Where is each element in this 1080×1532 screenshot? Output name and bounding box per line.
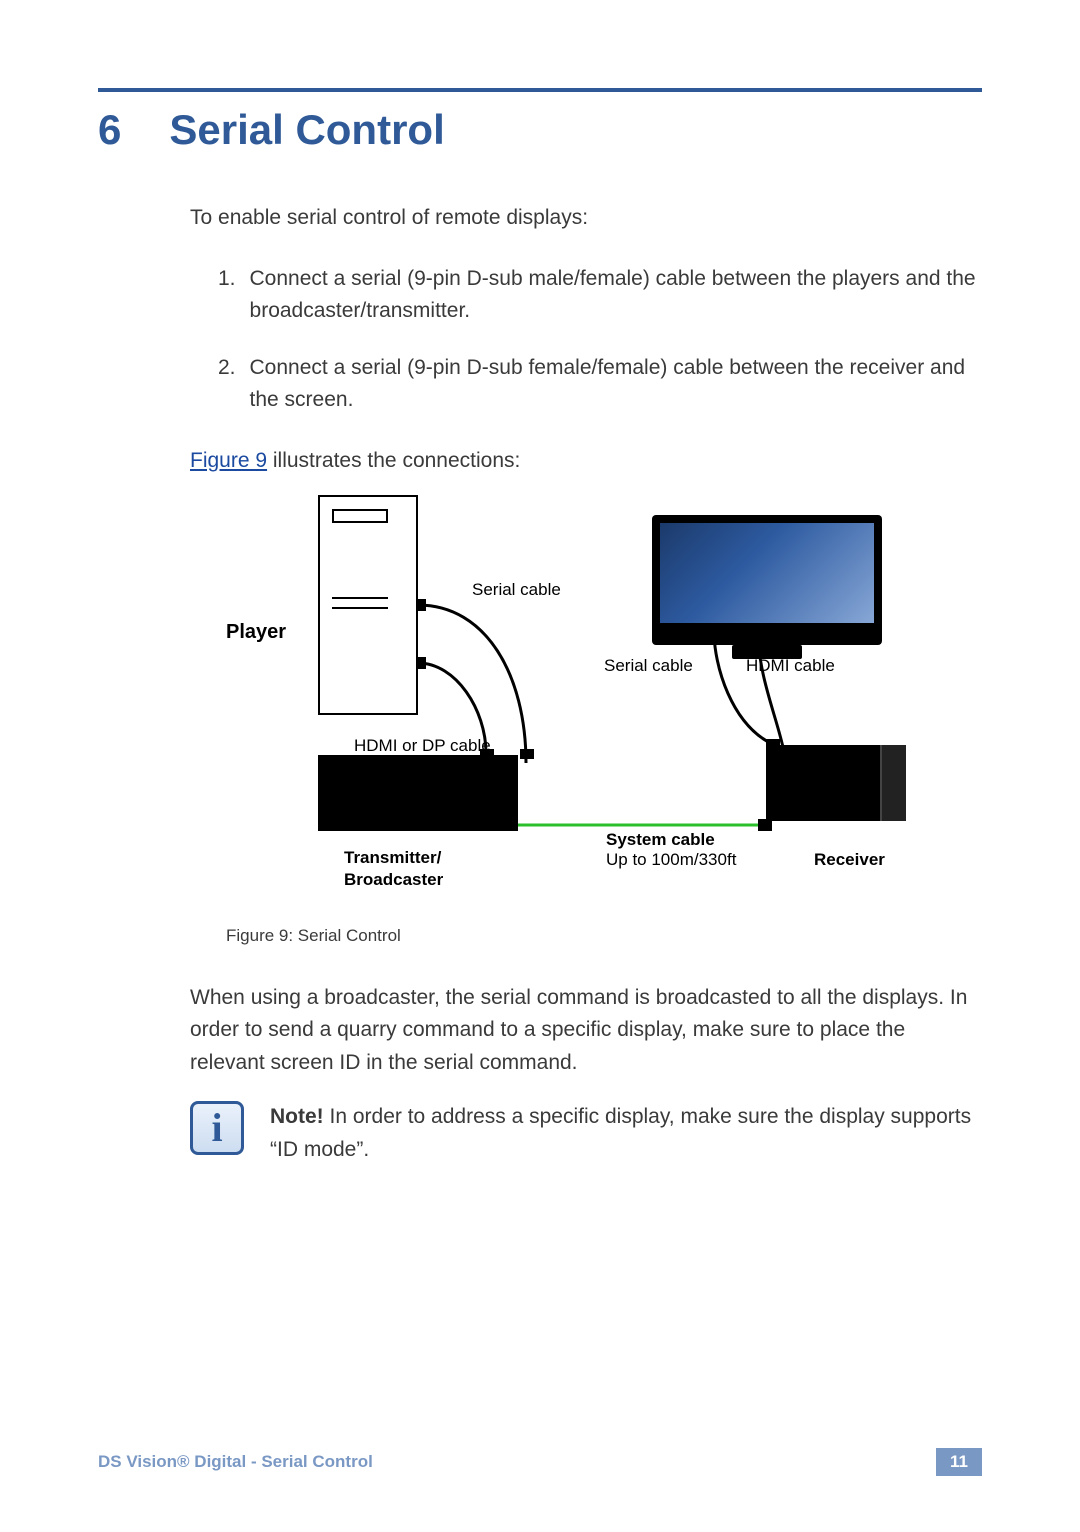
player-label: Player: [226, 617, 286, 648]
chapter-number: 6: [98, 106, 121, 154]
player-tower-icon: [318, 495, 418, 715]
note-bold: Note!: [270, 1105, 324, 1128]
footer-page-number: 11: [936, 1448, 982, 1476]
figure-ref-rest: illustrates the connections:: [267, 449, 520, 472]
figure-reference: Figure 9 illustrates the connections:: [190, 445, 982, 478]
footer-title: DS Vision® Digital - Serial Control: [98, 1452, 373, 1472]
step-number: 2.: [218, 352, 236, 417]
step-text: Connect a serial (9-pin D-sub male/femal…: [250, 263, 982, 328]
note-block: i Note! In order to address a specific d…: [190, 1101, 982, 1166]
serial-cable-1-label: Serial cable: [472, 577, 561, 603]
header-rule: [98, 88, 982, 92]
transmitter-label: Transmitter/ Broadcaster: [344, 847, 443, 890]
body: To enable serial control of remote displ…: [190, 202, 982, 1166]
figure-caption: Figure 9: Serial Control: [226, 923, 946, 949]
figure: Player Transmitter/ Broadcaster Receiver…: [226, 495, 946, 949]
receiver-label: Receiver: [814, 847, 885, 873]
paragraph: When using a broadcaster, the serial com…: [190, 982, 982, 1080]
chapter-title: Serial Control: [169, 106, 444, 154]
hdmi-dp-label: HDMI or DP cable: [354, 733, 491, 759]
step-item: 1. Connect a serial (9-pin D-sub male/fe…: [218, 263, 982, 328]
transmitter-box-icon: [318, 755, 518, 831]
hdmi-cable-label: HDMI cable: [746, 653, 835, 679]
diagram: Player Transmitter/ Broadcaster Receiver…: [226, 495, 946, 915]
note-text: Note! In order to address a specific dis…: [270, 1101, 982, 1166]
receiver-box-icon: [766, 745, 906, 821]
figure-link[interactable]: Figure 9: [190, 449, 267, 472]
tower-drive-icon: [332, 509, 388, 523]
step-text: Connect a serial (9-pin D-sub female/fem…: [250, 352, 982, 417]
tower-bay-icon: [332, 597, 388, 609]
note-body: In order to address a specific display, …: [270, 1105, 971, 1161]
receiver-stripe: [880, 745, 906, 821]
page: 6 Serial Control To enable serial contro…: [0, 0, 1080, 1532]
step-number: 1.: [218, 263, 236, 328]
tv-icon: [652, 515, 882, 645]
footer: DS Vision® Digital - Serial Control 11: [98, 1448, 982, 1476]
system-cable-sub-label: Up to 100m/330ft: [606, 847, 736, 873]
serial-cable-2-label: Serial cable: [604, 653, 693, 679]
tv-screen-icon: [660, 523, 874, 623]
steps-list: 1. Connect a serial (9-pin D-sub male/fe…: [218, 263, 982, 417]
intro-text: To enable serial control of remote displ…: [190, 202, 982, 235]
chapter-heading: 6 Serial Control: [98, 106, 982, 154]
step-item: 2. Connect a serial (9-pin D-sub female/…: [218, 352, 982, 417]
info-icon: i: [190, 1101, 244, 1155]
